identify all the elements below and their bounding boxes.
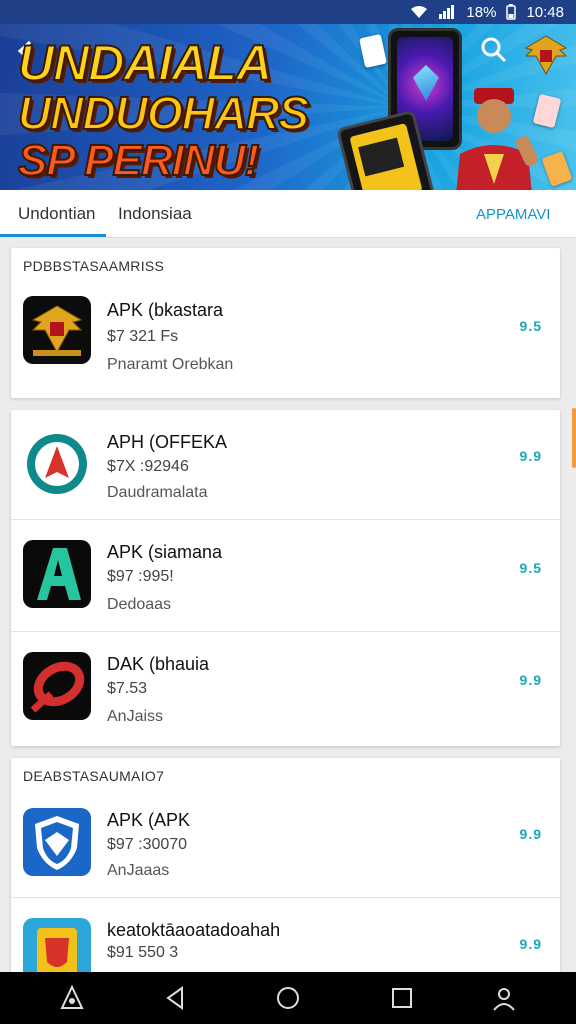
app-subtitle: Dedoaas xyxy=(107,596,172,613)
app-section-1: PDBBSTASAAMRISS APK (bkastara $7 321 Fs … xyxy=(11,248,560,398)
banner-headline-1: UNDAIALA xyxy=(17,34,273,92)
rating-badge: 9.9 xyxy=(519,672,542,688)
clock-time: 10:48 xyxy=(526,3,564,21)
app-subtitle: AnJaiss xyxy=(107,708,164,725)
red-swirl-app-icon xyxy=(23,652,91,720)
section-header: PDBBSTASAAMRISS xyxy=(23,258,165,274)
app-name: keatoktāaoatadoahah xyxy=(107,920,281,940)
app-subtitle: AnJaaas xyxy=(107,862,170,879)
app-price: $97 :30070 xyxy=(107,836,188,853)
list-item[interactable]: APK (bkastara $7 321 Fs Pnaramt Orebkan … xyxy=(11,284,560,398)
app-name: APK (APK xyxy=(107,810,191,830)
list-item[interactable]: APK (siamana $97 :995! Dedoaas 9.5 xyxy=(11,520,560,632)
shield-app-icon xyxy=(23,808,91,876)
promo-banner[interactable]: UNDAIALA UNDUOHARS SP PERINU! xyxy=(0,24,576,190)
recents-icon[interactable] xyxy=(388,984,416,1012)
section-header: DEABSTASAUMAIO7 xyxy=(23,768,165,784)
app-price: $7X :92946 xyxy=(107,458,189,475)
garuda-emblem-icon xyxy=(522,30,570,80)
battery-percent: 18% xyxy=(466,3,497,21)
wifi-icon xyxy=(410,5,428,19)
rating-badge: 9.9 xyxy=(519,826,542,842)
tab-bar: Undontian Indonsiaa APPAMAVI xyxy=(0,190,576,238)
crest-app-icon xyxy=(23,918,91,972)
rating-badge: 9.5 xyxy=(519,560,542,576)
app-price: $91 550 3 xyxy=(107,944,179,961)
tab-undontian[interactable]: Undontian xyxy=(18,204,96,224)
rating-badge: 9.9 xyxy=(519,936,542,952)
active-tab-indicator xyxy=(0,234,106,237)
app-name: APH (OFFEKA xyxy=(107,432,228,452)
app-price: $97 :995! xyxy=(107,568,174,585)
rating-badge: 9.9 xyxy=(519,448,542,464)
circle-emblem-app-icon xyxy=(23,430,91,498)
tab-indonsiaa[interactable]: Indonsiaa xyxy=(118,204,192,224)
scroll-indicator[interactable] xyxy=(572,408,576,468)
app-name: APK (bkastara xyxy=(107,300,224,320)
list-item[interactable]: DAK (bhauia $7.53 AnJaiss 9.9 xyxy=(11,632,560,746)
list-item[interactable]: keatoktāaoatadoahah $91 550 3 9.9 xyxy=(11,898,560,972)
app-subtitle: Pnaramt Orebkan xyxy=(107,356,234,373)
back-icon[interactable] xyxy=(162,984,190,1012)
signal-icon xyxy=(438,5,456,19)
app-name: DAK (bhauia xyxy=(107,654,210,674)
search-icon[interactable] xyxy=(480,36,508,64)
list-item[interactable]: APK (APK $97 :30070 AnJaaas 9.9 xyxy=(11,788,560,898)
letter-a-app-icon xyxy=(23,540,91,608)
app-logo-icon[interactable] xyxy=(58,984,86,1012)
person-illustration xyxy=(456,88,539,190)
home-icon[interactable] xyxy=(274,984,302,1012)
status-bar: 18% 10:48 xyxy=(0,0,576,24)
profile-icon[interactable] xyxy=(490,984,518,1012)
system-nav-bar xyxy=(0,972,576,1024)
app-price: $7.53 xyxy=(107,680,148,697)
app-name: APK (siamana xyxy=(107,542,223,562)
battery-icon xyxy=(506,4,517,20)
tab-appamavi[interactable]: APPAMAVI xyxy=(476,206,550,223)
banner-headline-2: UNDUOHARS xyxy=(17,86,310,140)
banner-headline-3: SP PERINU! xyxy=(17,135,260,186)
list-item[interactable]: APH (OFFEKA $7X :92946 Daudramalata 9.9 xyxy=(11,410,560,520)
rating-badge: 9.5 xyxy=(519,318,542,334)
app-price: $7 321 Fs xyxy=(107,328,179,345)
garuda-app-icon xyxy=(23,296,91,364)
app-section-2: APH (OFFEKA $7X :92946 Daudramalata 9.9 … xyxy=(11,410,560,746)
app-section-3: DEABSTASAUMAIO7 APK (APK $97 :30070 AnJa… xyxy=(11,758,560,972)
app-subtitle: Daudramalata xyxy=(107,484,208,501)
